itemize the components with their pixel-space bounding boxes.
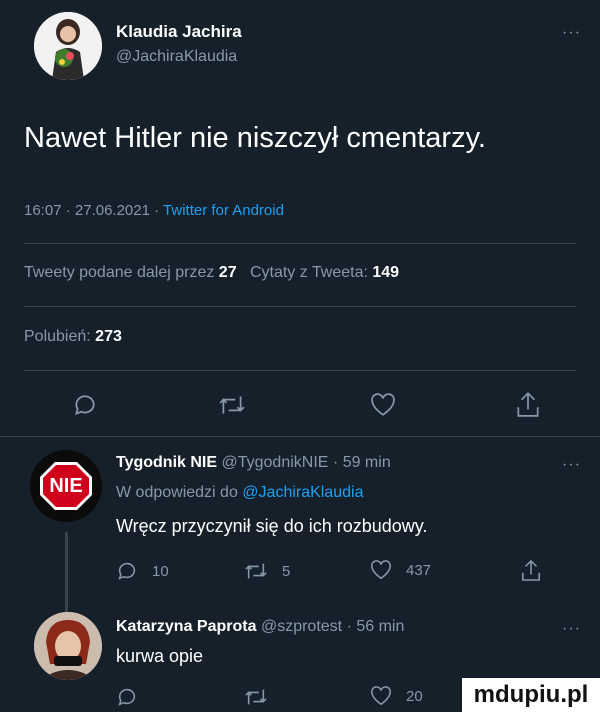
main-author-handle[interactable]: @JachiraKlaudia bbox=[116, 48, 237, 66]
retweet-icon[interactable] bbox=[218, 392, 246, 418]
reply-to-label: W odpowiedzi do bbox=[116, 484, 238, 501]
thread-line bbox=[65, 532, 68, 612]
reply-reply-stat[interactable]: 10 bbox=[116, 560, 169, 582]
reply-more-button[interactable]: ··· bbox=[562, 620, 581, 638]
quotes-count: 149 bbox=[372, 264, 400, 281]
watermark: mdupiu.pl bbox=[462, 678, 600, 712]
reply-author-name[interactable]: Tygodnik NIE bbox=[116, 454, 217, 471]
reply-text: kurwa opie bbox=[116, 646, 204, 666]
retweet-quote-stats: Tweety podane dalej przez 27 Cytaty z Tw… bbox=[24, 264, 399, 282]
watermark-text: mdupiu.pl bbox=[473, 681, 589, 708]
reply-count: 10 bbox=[152, 562, 169, 580]
reply-icon[interactable] bbox=[72, 392, 98, 418]
reply-like-stat[interactable]: 437 bbox=[370, 560, 431, 580]
quotes-stat[interactable]: Cytaty z Tweeta: 149 bbox=[250, 264, 399, 281]
retweet-icon[interactable] bbox=[244, 686, 268, 708]
reply-author-handle[interactable]: @TygodnikNIE bbox=[222, 454, 329, 471]
reply-to-handle[interactable]: @JachiraKlaudia bbox=[242, 484, 363, 501]
main-more-button[interactable]: ··· bbox=[562, 24, 581, 42]
tweet-date: 27.06.2021 bbox=[74, 202, 150, 219]
reply-header: Katarzyna Paprota @szprotest · 56 min bbox=[116, 618, 404, 636]
reply-author-handle[interactable]: @szprotest bbox=[261, 618, 342, 635]
retweets-label: Tweety podane dalej przez bbox=[24, 264, 215, 281]
retweet-icon bbox=[244, 560, 268, 582]
reply-time[interactable]: 56 min bbox=[356, 618, 404, 635]
divider bbox=[0, 436, 600, 437]
reply-icon[interactable] bbox=[116, 686, 138, 708]
quotes-label: Cytaty z Tweeta: bbox=[249, 264, 368, 281]
meta-separator: · bbox=[332, 454, 339, 471]
share-icon[interactable] bbox=[516, 390, 540, 418]
reply-author-name[interactable]: Katarzyna Paprota bbox=[116, 618, 257, 635]
divider bbox=[24, 370, 576, 371]
reply-icon bbox=[116, 560, 138, 582]
like-count: 437 bbox=[406, 561, 432, 579]
reply-retweet-stat[interactable]: 5 bbox=[244, 560, 290, 582]
reply-header: Tygodnik NIE @TygodnikNIE · 59 min bbox=[116, 454, 391, 472]
meta-separator: · bbox=[346, 618, 352, 635]
share-icon[interactable] bbox=[521, 558, 541, 582]
divider bbox=[24, 243, 576, 244]
main-author-avatar[interactable] bbox=[34, 12, 102, 80]
like-count: 20 bbox=[406, 687, 423, 705]
main-tweet-text: Nawet Hitler nie niszczył cmentarzy. bbox=[24, 122, 486, 154]
main-tweet-meta: 16:07 · 27.06.2021 · Twitter for Android bbox=[24, 202, 284, 219]
like-icon[interactable] bbox=[370, 393, 396, 417]
tweet-time: 16:07 bbox=[24, 202, 62, 219]
retweets-stat[interactable]: Tweety podane dalej przez 27 bbox=[24, 264, 241, 281]
reply-more-button[interactable]: ··· bbox=[562, 456, 581, 474]
reply-to-line: W odpowiedzi do @JachiraKlaudia bbox=[116, 484, 364, 502]
meta-separator: · bbox=[65, 202, 71, 219]
reply-time[interactable]: 59 min bbox=[343, 454, 391, 471]
likes-count: 273 bbox=[95, 328, 122, 345]
like-icon bbox=[370, 560, 392, 580]
reply-author-avatar[interactable] bbox=[34, 612, 102, 680]
divider bbox=[24, 306, 576, 307]
nie-logo-text: NIE bbox=[49, 475, 83, 497]
likes-label: Polubień: bbox=[24, 328, 91, 345]
like-icon bbox=[370, 686, 392, 706]
retweet-count: 5 bbox=[282, 562, 291, 580]
tweet-source-link[interactable]: Twitter for Android bbox=[163, 202, 284, 219]
retweets-count: 27 bbox=[218, 264, 237, 281]
reply-text: Wręcz przyczynił się do ich rozbudowy. bbox=[116, 516, 428, 536]
main-author-name[interactable]: Klaudia Jachira bbox=[116, 22, 242, 42]
reply-like-stat[interactable]: 20 bbox=[370, 686, 423, 706]
likes-stat[interactable]: Polubień: 273 bbox=[24, 328, 122, 346]
meta-separator: · bbox=[154, 202, 160, 219]
reply-author-avatar[interactable]: NIE bbox=[30, 450, 102, 522]
